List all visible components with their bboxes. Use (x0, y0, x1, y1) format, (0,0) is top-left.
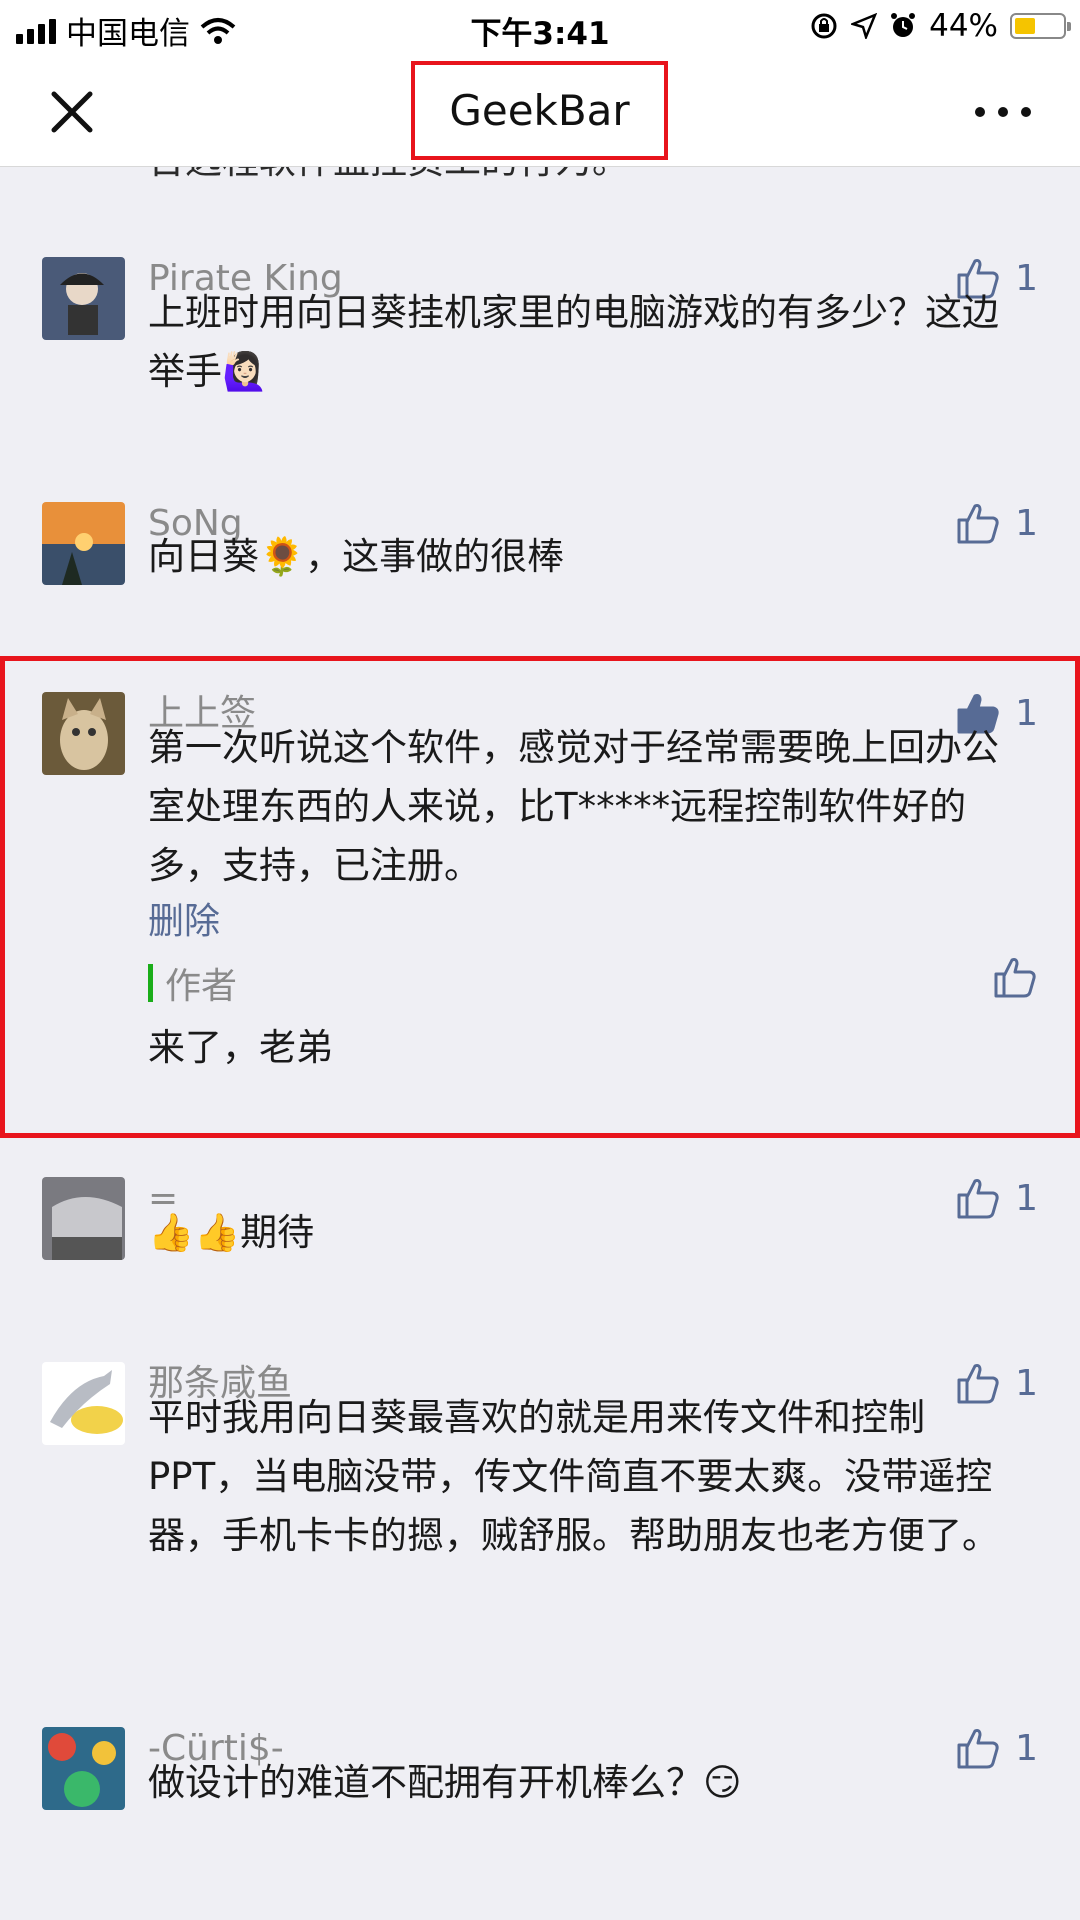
avatar[interactable] (42, 1362, 125, 1445)
avatar[interactable] (42, 1177, 125, 1260)
comment-text: 👍👍期待 (148, 1211, 315, 1254)
more-button[interactable] (968, 94, 1038, 130)
avatar[interactable] (42, 1727, 125, 1810)
close-icon (51, 91, 93, 133)
status-bar: 中国电信 下午3:41 44% (0, 0, 1080, 56)
highlight-box (0, 656, 1080, 1138)
comment-text: 平时我用向日葵最喜欢的就是用来传文件和控制PPT，当电脑没带，传文件简直不要太爽… (148, 1396, 999, 1557)
rotation-lock-icon (811, 13, 837, 39)
more-icon (975, 107, 1031, 117)
comment-text: 上班时用向日葵挂机家里的电脑游戏的有多少？这边举手🙋🏻‍♀️ (148, 291, 999, 393)
battery-fill (1015, 18, 1035, 34)
close-button[interactable] (44, 84, 100, 140)
status-right: 44% (809, 8, 1071, 44)
comment-text: 向日葵🌻，这事做的很棒 (148, 535, 565, 578)
nav-bar: GeekBar (0, 56, 1080, 167)
battery-icon (1010, 13, 1071, 39)
battery-percent: 44% (929, 8, 998, 44)
avatar[interactable] (42, 257, 125, 340)
avatar[interactable] (42, 502, 125, 585)
comment-list[interactable]: 台远程软件监控员工的行为。 Pirate King 1 上班时用向日葵挂机家里的… (0, 167, 1080, 1920)
page-title: GeekBar (411, 61, 668, 160)
alarm-icon (891, 13, 916, 37)
location-icon (851, 13, 878, 39)
clipped-comment-text: 台远程软件监控员工的行为。 (148, 167, 629, 185)
comment-text: 做设计的难道不配拥有开机棒么？😏 (148, 1761, 742, 1804)
